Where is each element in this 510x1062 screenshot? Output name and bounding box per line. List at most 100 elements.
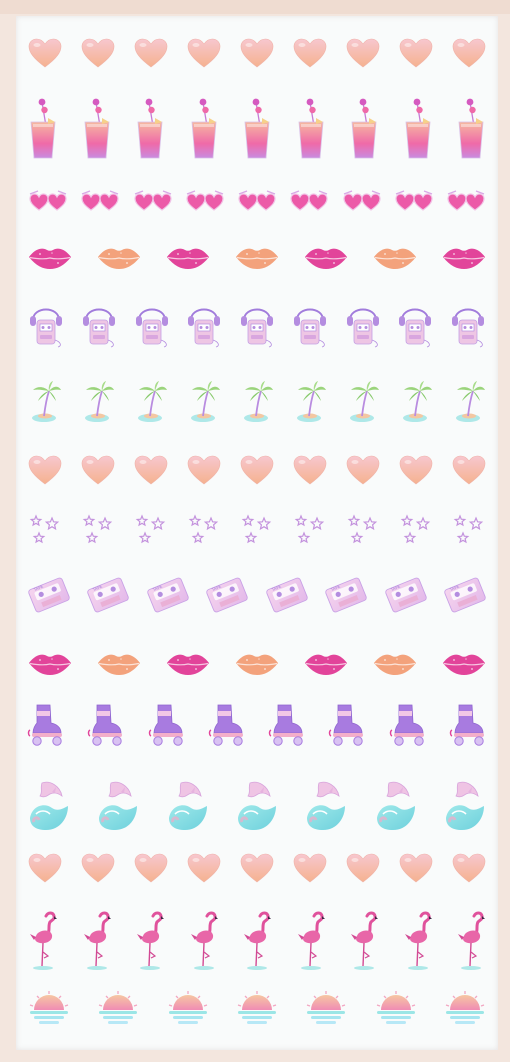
sticker-row-10 bbox=[16, 652, 498, 684]
cassette-player-headphones-icon bbox=[28, 300, 64, 348]
glitter-lips-icon bbox=[373, 652, 417, 676]
roller-skate-icon bbox=[389, 703, 426, 747]
star-cluster-icon bbox=[399, 513, 433, 547]
heart-icon bbox=[452, 853, 486, 883]
cocktail-glass-icon bbox=[296, 98, 326, 160]
heart-icon bbox=[187, 853, 221, 883]
cassette-tape-icon: TAPE bbox=[444, 575, 486, 615]
glitter-lips-icon bbox=[235, 652, 279, 676]
heart-icon bbox=[187, 455, 221, 485]
sticker-row-2 bbox=[16, 98, 498, 162]
frame-top-edge bbox=[0, 0, 510, 14]
heart-icon bbox=[240, 853, 274, 883]
heart-sunglasses-icon bbox=[289, 188, 329, 214]
palm-tree-island-icon bbox=[452, 380, 486, 424]
flamingo-icon bbox=[456, 910, 486, 972]
dolphin-wave-icon bbox=[28, 778, 70, 832]
glitter-lips-icon bbox=[304, 652, 348, 676]
heart-icon bbox=[293, 455, 327, 485]
dolphin-wave-icon bbox=[444, 778, 486, 832]
cocktail-glass-icon bbox=[135, 98, 165, 160]
sunset-icon bbox=[167, 990, 209, 1026]
star-cluster-icon bbox=[28, 513, 62, 547]
heart-sunglasses-icon bbox=[394, 188, 434, 214]
glitter-lips-icon bbox=[304, 246, 348, 270]
heart-icon bbox=[134, 455, 168, 485]
cocktail-glass-icon bbox=[456, 98, 486, 160]
cassette-player-headphones-icon bbox=[239, 300, 275, 348]
cassette-tape-icon: TAPE bbox=[147, 575, 189, 615]
palm-tree-island-icon bbox=[134, 380, 168, 424]
sticker-row-3 bbox=[16, 188, 498, 224]
cassette-player-headphones-icon bbox=[397, 300, 433, 348]
star-cluster-icon bbox=[187, 513, 221, 547]
sunset-icon bbox=[444, 990, 486, 1026]
heart-sunglasses-icon bbox=[185, 188, 225, 214]
flamingo-icon bbox=[349, 910, 379, 972]
flamingo-icon bbox=[189, 910, 219, 972]
dolphin-wave-icon bbox=[167, 778, 209, 832]
star-cluster-icon bbox=[81, 513, 115, 547]
heart-icon bbox=[28, 853, 62, 883]
heart-icon bbox=[81, 455, 115, 485]
sunset-icon bbox=[97, 990, 139, 1026]
sunset-icon bbox=[305, 990, 347, 1026]
sticker-row-14 bbox=[16, 910, 498, 974]
heart-icon bbox=[81, 853, 115, 883]
sticker-row-4 bbox=[16, 246, 498, 280]
cassette-tape-icon: TAPE bbox=[87, 575, 129, 615]
heart-sunglasses-icon bbox=[80, 188, 120, 214]
palm-tree-island-icon bbox=[346, 380, 380, 424]
roller-skate-icon bbox=[148, 703, 185, 747]
palm-tree-island-icon bbox=[28, 380, 62, 424]
roller-skate-icon bbox=[208, 703, 245, 747]
star-cluster-icon bbox=[134, 513, 168, 547]
star-cluster-icon bbox=[240, 513, 274, 547]
flamingo-icon bbox=[403, 910, 433, 972]
heart-icon bbox=[134, 853, 168, 883]
heart-sunglasses-icon bbox=[237, 188, 277, 214]
sticker-row-15 bbox=[16, 990, 498, 1032]
palm-tree-island-icon bbox=[293, 380, 327, 424]
palm-tree-island-icon bbox=[81, 380, 115, 424]
cassette-tape-icon: TAPE bbox=[266, 575, 308, 615]
cocktail-glass-icon bbox=[28, 98, 58, 160]
star-cluster-icon bbox=[452, 513, 486, 547]
dolphin-wave-icon bbox=[375, 778, 417, 832]
dolphin-wave-icon bbox=[97, 778, 139, 832]
heart-icon bbox=[399, 38, 433, 68]
cassette-tape-icon: TAPE bbox=[206, 575, 248, 615]
cocktail-glass-icon bbox=[242, 98, 272, 160]
glitter-lips-icon bbox=[28, 246, 72, 270]
sunset-icon bbox=[236, 990, 278, 1026]
heart-icon bbox=[346, 38, 380, 68]
glitter-lips-icon bbox=[235, 246, 279, 270]
sticker-row-6 bbox=[16, 380, 498, 432]
star-cluster-icon bbox=[346, 513, 380, 547]
flamingo-icon bbox=[135, 910, 165, 972]
cassette-tape-icon: TAPE bbox=[28, 575, 70, 615]
star-cluster-icon bbox=[293, 513, 327, 547]
sticker-row-5 bbox=[16, 300, 498, 360]
cocktail-glass-icon bbox=[349, 98, 379, 160]
heart-icon bbox=[81, 38, 115, 68]
sticker-sheet: TAPE TAPE TAPE TAPE TAPE TAPE TAPE TAPE bbox=[16, 16, 498, 1050]
glitter-lips-icon bbox=[97, 246, 141, 270]
sunset-icon bbox=[28, 990, 70, 1026]
glitter-lips-icon bbox=[97, 652, 141, 676]
flamingo-icon bbox=[28, 910, 58, 972]
heart-icon bbox=[346, 853, 380, 883]
cassette-tape-icon: TAPE bbox=[385, 575, 427, 615]
cassette-tape-icon: TAPE bbox=[325, 575, 367, 615]
heart-icon bbox=[293, 38, 327, 68]
cassette-player-headphones-icon bbox=[186, 300, 222, 348]
heart-icon bbox=[452, 455, 486, 485]
palm-tree-island-icon bbox=[240, 380, 274, 424]
roller-skate-icon bbox=[87, 703, 124, 747]
glitter-lips-icon bbox=[28, 652, 72, 676]
heart-icon bbox=[240, 38, 274, 68]
heart-sunglasses-icon bbox=[342, 188, 382, 214]
heart-sunglasses-icon bbox=[28, 188, 68, 214]
sticker-row-9: TAPE TAPE TAPE TAPE TAPE TAPE TAPE TAPE bbox=[16, 575, 498, 631]
heart-icon bbox=[134, 38, 168, 68]
